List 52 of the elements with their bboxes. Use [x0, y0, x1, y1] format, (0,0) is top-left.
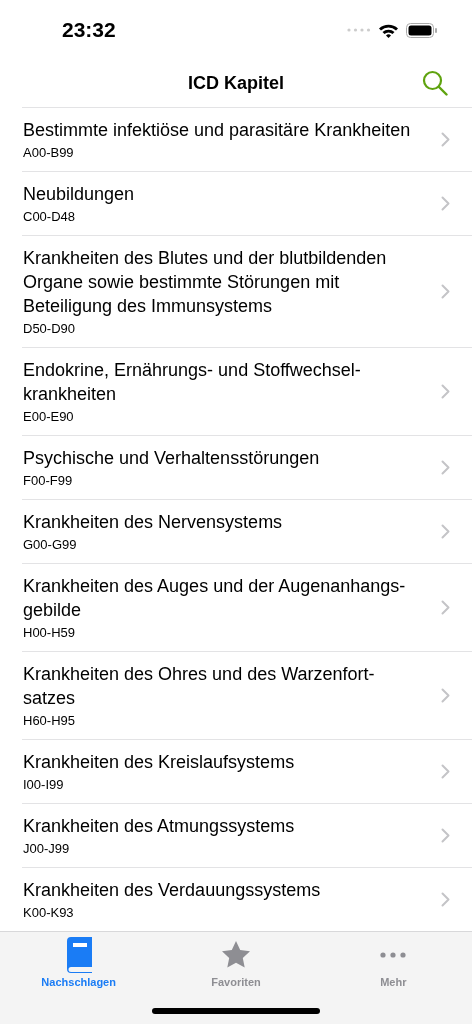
chapter-code: A00-B99: [23, 144, 75, 161]
nav-title: ICD Kapitel: [188, 73, 284, 94]
chapter-code: C00-D48: [23, 208, 77, 225]
battery-icon: [406, 22, 438, 38]
chapter-title: Endokrine, Ernährungs- und Stoffwechsel- krankheiten: [23, 359, 362, 406]
more-icon: [380, 952, 407, 958]
chapter-title: Krankheiten des Auges und der Augenanhangs- gebilde: [23, 575, 407, 622]
chapter-row[interactable]: Krankheiten des Kreislaufsystems I00-I99: [22, 740, 472, 804]
chapter-code: G00-G99: [23, 536, 78, 553]
chapter-row[interactable]: Krankheiten des Auges und der Augenanhangs- gebilde H00-H59: [22, 564, 472, 652]
chapter-code: K00-K93: [23, 904, 75, 921]
chapter-row[interactable]: Bestimmte infektiöse und parasitäre Krankheiten A00-B99: [22, 108, 472, 172]
search-icon[interactable]: [422, 70, 448, 96]
chevron-icon: [441, 600, 450, 615]
chevron-icon: [441, 524, 450, 539]
status-time: 23:32: [62, 18, 116, 42]
chapter-row[interactable]: Krankheiten des Atmungssystems J00-J99: [22, 804, 472, 868]
chapter-title: Bestimmte infektiöse und parasitäre Krankheiten: [23, 119, 412, 142]
chapter-title: Krankheiten des Verdauungssystems: [23, 879, 322, 902]
chapter-row[interactable]: Krankheiten des Blutes und der blutbildenden Organe sowie bestimmte Störungen mit Beteiligung des Immunsystems D50-D90: [22, 236, 472, 348]
chapter-code: H00-H59: [23, 624, 77, 641]
chapter-code: D50-D90: [23, 320, 77, 337]
chevron-icon: [441, 384, 450, 399]
chapter-row[interactable]: Neubildungen C00-D48: [22, 172, 472, 236]
chevron-icon: [441, 892, 450, 907]
tab-button[interactable]: Nachschlagen: [18, 936, 139, 988]
chevron-icon: [441, 688, 450, 703]
chapter-title: Krankheiten des Nervensystems: [23, 511, 284, 534]
chapter-code: E00-E90: [23, 408, 75, 425]
chapter-title: Krankheiten des Ohres und des Warzenfort- satzes: [23, 663, 376, 710]
chapter-code: I00-I99: [23, 776, 65, 793]
chevron-icon: [441, 764, 450, 779]
chevron-icon: [441, 132, 450, 147]
chevron-icon: [441, 460, 450, 475]
chapter-code: F00-F99: [23, 472, 74, 489]
chapter-title: Psychische und Verhaltensstörungen: [23, 447, 321, 470]
chapter-row[interactable]: Krankheiten des Ohres und des Warzenfort- satzes H60-H95: [22, 652, 472, 740]
chevron-icon: [441, 196, 450, 211]
chapter-row[interactable]: Krankheiten des Nervensystems G00-G99: [22, 500, 472, 564]
chapter-title: Neubildungen: [23, 183, 136, 206]
chapter-code: J00-J99: [23, 840, 71, 857]
wifi-icon: [378, 22, 399, 38]
signal-icon: [347, 28, 371, 32]
chapter-title: Krankheiten des Kreislaufsystems: [23, 751, 296, 774]
star-icon: [221, 940, 251, 970]
chapter-title: Krankheiten des Blutes und der blutbildenden Organe sowie bestimmte Störungen mit Beteiligung des Immunsystems: [23, 247, 388, 318]
chevron-icon: [441, 828, 450, 843]
chapter-title: Krankheiten des Atmungssystems: [23, 815, 296, 838]
chapter-code: H60-H95: [23, 712, 77, 729]
chevron-icon: [441, 284, 450, 299]
chapter-row[interactable]: Psychische und Verhaltensstörungen F00-F99: [22, 436, 472, 500]
chapter-row[interactable]: Endokrine, Ernährungs- und Stoffwechsel- krankheiten E00-E90: [22, 348, 472, 436]
